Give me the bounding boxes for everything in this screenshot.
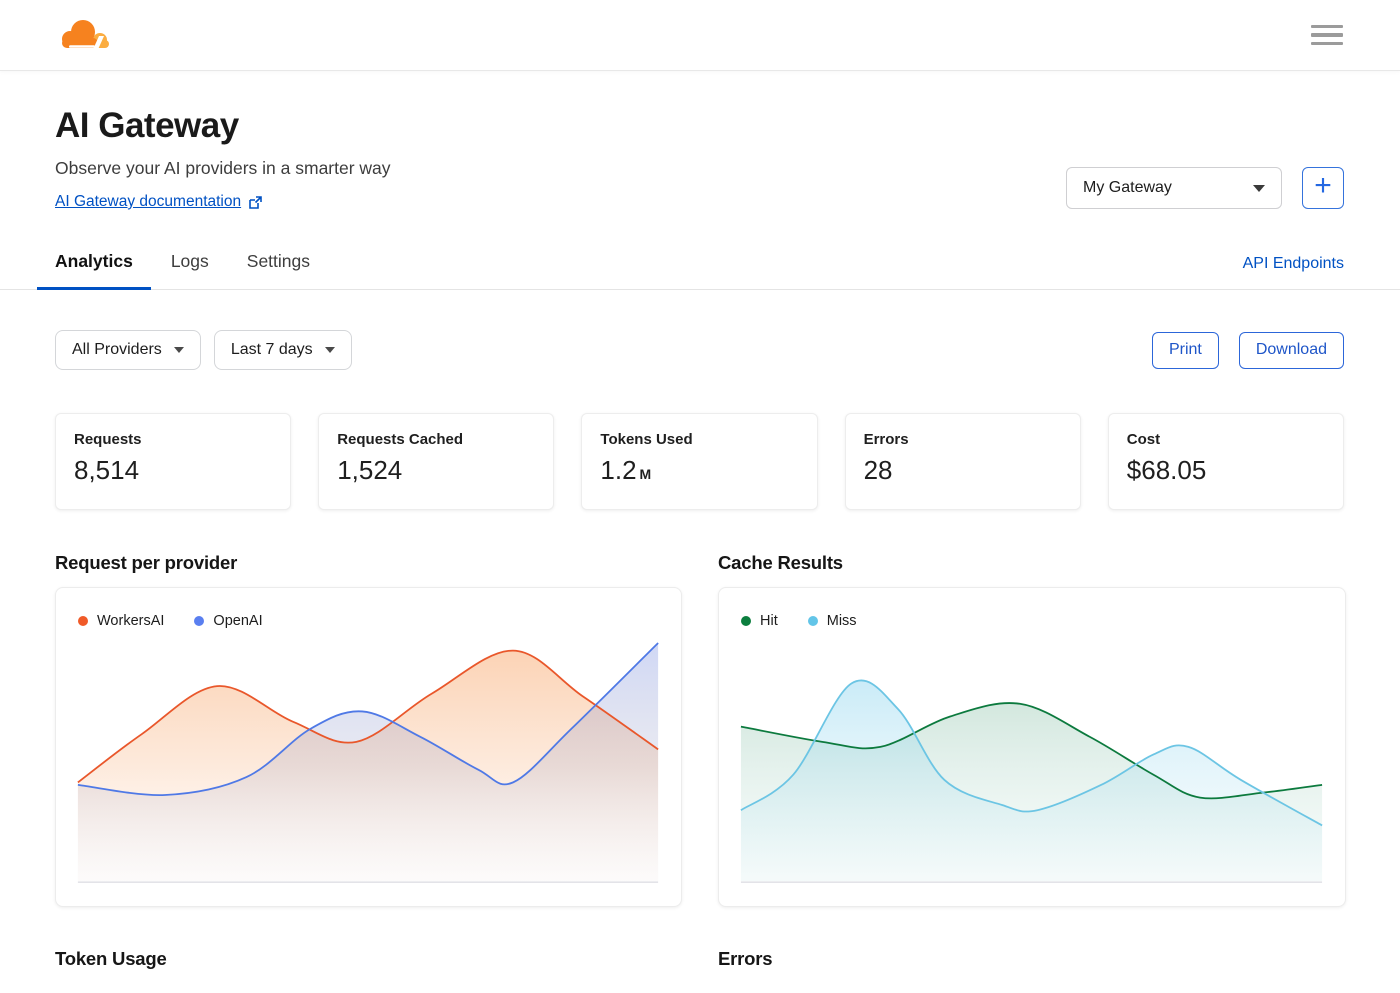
- stat-value: 1.2 M: [600, 455, 652, 485]
- chart-title-token-usage: Token Usage: [55, 948, 167, 969]
- print-button[interactable]: Print: [1151, 331, 1219, 369]
- plus-icon: +: [1314, 169, 1332, 202]
- stat-label: Requests Cached: [337, 431, 464, 448]
- chart-title-cache-results: Cache Results: [718, 552, 843, 573]
- stat-unit: M: [639, 466, 652, 482]
- chevron-down-icon: [324, 347, 335, 353]
- tab-bar: Analytics Logs Settings API Endpoints: [0, 241, 1400, 290]
- stat-value: $68.05: [1126, 455, 1207, 485]
- date-range-value: Last 7 days: [230, 341, 313, 358]
- chevron-down-icon: [1253, 184, 1265, 192]
- chart-title-errors: Errors: [718, 948, 773, 969]
- add-gateway-button[interactable]: +: [1302, 167, 1344, 209]
- gateway-select-value: My Gateway: [1083, 179, 1172, 196]
- bottom-sections-row: Token Usage Errors: [55, 948, 1344, 983]
- page-header: AI Gateway Observe your AI providers in …: [55, 106, 1344, 211]
- legend-dot: [741, 616, 751, 626]
- tab-analytics[interactable]: Analytics: [37, 241, 151, 290]
- legend-item-workersai[interactable]: WorkersAI: [78, 613, 164, 629]
- external-link-icon: [249, 195, 262, 209]
- filter-row: All Providers Last 7 days Print Download: [55, 330, 1344, 370]
- cache-results-section: Cache Results Hit Miss: [718, 552, 1346, 907]
- legend-item-openai[interactable]: OpenAI: [194, 613, 263, 629]
- documentation-link[interactable]: AI Gateway documentation: [55, 193, 263, 211]
- charts-row: Request per provider WorkersAI OpenAI Cac…: [55, 552, 1346, 907]
- stat-card-errors: Errors 28: [844, 413, 1081, 510]
- area-chart-canvas: [77, 642, 659, 883]
- legend-item-miss[interactable]: Miss: [807, 613, 857, 629]
- stat-label: Requests: [74, 431, 142, 448]
- area-chart-canvas: [740, 679, 1323, 883]
- legend-label: OpenAI: [213, 613, 263, 629]
- stat-card-cost: Cost $68.05: [1107, 413, 1344, 510]
- chart-title-request-per-provider: Request per provider: [55, 552, 238, 573]
- tab-settings[interactable]: Settings: [229, 241, 328, 289]
- legend-item-hit[interactable]: Hit: [741, 613, 778, 629]
- chart-legend: WorkersAI OpenAI: [78, 613, 263, 629]
- api-endpoints-link[interactable]: API Endpoints: [1243, 255, 1344, 289]
- stat-cards: Requests 8,514 Requests Cached 1,524 Tok…: [55, 413, 1344, 510]
- chart-legend: Hit Miss: [741, 613, 857, 629]
- stat-value: 1,524: [337, 455, 403, 485]
- cloudflare-logo-icon[interactable]: [57, 16, 113, 54]
- top-bar: [0, 0, 1400, 70]
- legend-dot: [78, 616, 88, 626]
- date-range-dropdown[interactable]: Last 7 days: [213, 330, 352, 370]
- download-button[interactable]: Download: [1238, 331, 1344, 369]
- page-subtitle: Observe your AI providers in a smarter w…: [55, 158, 391, 178]
- gateway-select[interactable]: My Gateway: [1066, 167, 1282, 209]
- stat-card-requests-cached: Requests Cached 1,524: [318, 413, 555, 510]
- tab-logs[interactable]: Logs: [153, 241, 227, 289]
- page-title: AI Gateway: [55, 106, 239, 145]
- chevron-down-icon: [173, 347, 184, 353]
- legend-dot: [194, 616, 205, 626]
- legend-label: WorkersAI: [97, 613, 165, 629]
- legend-dot: [807, 616, 818, 626]
- legend-label: Miss: [826, 613, 857, 629]
- stat-value: 28: [863, 455, 893, 485]
- legend-label: Hit: [760, 613, 778, 629]
- request-per-provider-chart: WorkersAI OpenAI: [55, 587, 682, 907]
- stat-label: Tokens Used: [600, 431, 693, 448]
- stat-value: 8,514: [74, 455, 140, 485]
- stat-card-tokens-used: Tokens Used 1.2 M: [581, 413, 818, 510]
- cache-results-chart: Hit Miss: [718, 587, 1346, 907]
- provider-filter-dropdown[interactable]: All Providers: [55, 330, 201, 370]
- hamburger-menu-icon[interactable]: [1311, 24, 1343, 46]
- documentation-link-label: AI Gateway documentation: [55, 193, 242, 210]
- stat-label: Cost: [1126, 431, 1161, 448]
- request-per-provider-section: Request per provider WorkersAI OpenAI: [55, 552, 682, 907]
- provider-filter-value: All Providers: [72, 341, 162, 358]
- stat-card-requests: Requests 8,514: [55, 413, 292, 510]
- stat-label: Errors: [863, 431, 909, 448]
